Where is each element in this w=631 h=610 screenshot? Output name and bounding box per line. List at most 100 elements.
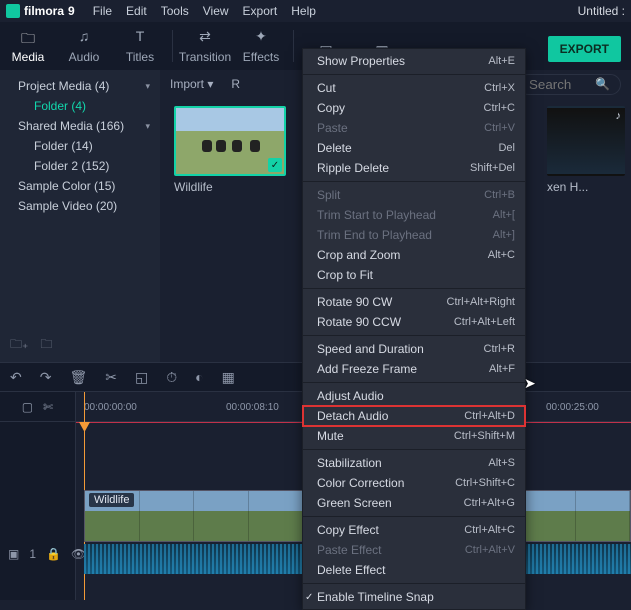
menu-item-delete[interactable]: Delete Del (303, 138, 525, 158)
menu-item-label: Show Properties (317, 54, 405, 68)
export-button[interactable]: EXPORT (548, 36, 621, 62)
menu-item-stabilization[interactable]: StabilizationAlt+S (303, 453, 525, 473)
menu-item-paste-effect: Paste EffectCtrl+Alt+V (303, 540, 525, 560)
menu-item-rotate-90-ccw[interactable]: Rotate 90 CCW Ctrl+Alt+Left (303, 312, 525, 332)
tree-label: Sample Color (15) (18, 179, 115, 193)
search-input[interactable] (529, 77, 589, 92)
menu-shortcut: Ctrl+Alt+Right (447, 296, 515, 308)
menu-item-label: Split (317, 188, 340, 202)
menu-item-label: Delete (317, 141, 352, 155)
menu-item-mute[interactable]: MuteCtrl+Shift+M (303, 426, 525, 446)
text-icon: T (112, 28, 168, 46)
menu-item-color-correction[interactable]: Color CorrectionCtrl+Shift+C (303, 473, 525, 493)
tab-media[interactable]: 🗀Media (0, 28, 56, 70)
menu-item-label: Crop to Fit (317, 268, 373, 282)
menu-item-label: Trim Start to Playhead (317, 208, 436, 222)
cursor-icon: ➤ (524, 375, 536, 392)
redo-icon[interactable]: ↷ (40, 369, 52, 386)
menu-item-show-properties[interactable]: Show PropertiesAlt+E (303, 51, 525, 71)
speed-icon[interactable]: ⏱ (166, 369, 177, 386)
menubar: File Edit Tools View Export Help (93, 4, 316, 18)
menu-shortcut: Ctrl+R (484, 343, 515, 355)
delete-icon[interactable]: 🗑 (69, 369, 87, 386)
ruler-tick: 00:00:08:10 (226, 402, 279, 413)
music-badge-icon: ♪ (616, 110, 622, 122)
menu-item-cut[interactable]: CutCtrl+X (303, 78, 525, 98)
search-box[interactable]: 🔍 (518, 74, 621, 95)
menu-shortcut: Ctrl+Alt+D (464, 410, 515, 422)
track-type-icon[interactable]: ▣ (8, 547, 19, 561)
menu-export[interactable]: Export (243, 4, 278, 18)
menu-item-speed-and-duration[interactable]: Speed and DurationCtrl+R (303, 339, 525, 359)
menu-separator (303, 382, 525, 383)
delete-folder-icon[interactable]: 🗀 (40, 335, 52, 356)
media-tree: Project Media (4)▾ Folder (4) Shared Med… (0, 70, 160, 362)
new-folder-icon[interactable]: 🗀₊ (10, 335, 28, 356)
check-icon: ✓ (305, 592, 313, 603)
menu-item-copy-effect[interactable]: Copy EffectCtrl+Alt+C (303, 520, 525, 540)
lock-icon[interactable]: 🔒 (46, 547, 61, 561)
tab-transition[interactable]: ⇄Transition (177, 28, 233, 70)
menu-item-label: Crop and Zoom (317, 248, 400, 262)
menu-item-green-screen[interactable]: Green ScreenCtrl+Alt+G (303, 493, 525, 513)
tab-effects[interactable]: ✦Effects (233, 28, 289, 70)
menu-item-label: Trim End to Playhead (317, 228, 432, 242)
menu-item-crop-and-zoom[interactable]: Crop and Zoom Alt+C (303, 245, 525, 265)
menu-edit[interactable]: Edit (126, 4, 147, 18)
clip-label: Wildlife (89, 493, 134, 507)
menu-item-copy[interactable]: CopyCtrl+C (303, 98, 525, 118)
app-name: filmora (24, 4, 64, 18)
record-dropdown[interactable]: R (231, 77, 240, 91)
color-icon[interactable]: ◐ (195, 369, 203, 386)
menu-shortcut: Ctrl+Alt+Left (454, 316, 515, 328)
menu-tools[interactable]: Tools (161, 4, 189, 18)
import-label: Import (170, 77, 204, 91)
thumb-sleep[interactable]: ♪ xen H... (547, 106, 625, 194)
tree-folder[interactable]: Folder (14) (0, 136, 160, 156)
thumb-wildlife[interactable]: Wildlife (174, 106, 286, 194)
menu-item-crop-to-fit[interactable]: Crop to Fit (303, 265, 525, 285)
tab-audio[interactable]: ♫Audio (56, 28, 112, 70)
menu-separator (303, 516, 525, 517)
tab-titles[interactable]: TTitles (112, 28, 168, 70)
menu-shortcut: Alt+C (488, 249, 515, 261)
menu-item-label: Cut (317, 81, 336, 95)
greenscreen-icon[interactable]: ▦ (222, 369, 235, 386)
menu-item-rotate-90-cw[interactable]: Rotate 90 CW Ctrl+Alt+Right (303, 292, 525, 312)
tree-folder-selected[interactable]: Folder (4) (0, 96, 160, 116)
tree-sample-video[interactable]: Sample Video (20) (0, 196, 160, 216)
tree-project-media[interactable]: Project Media (4)▾ (0, 76, 160, 96)
menu-item-adjust-audio[interactable]: Adjust Audio (303, 386, 525, 406)
thumb-image: ♪ (547, 106, 625, 176)
app-logo: filmora9 (6, 4, 75, 18)
tree-shared-media[interactable]: Shared Media (166)▾ (0, 116, 160, 136)
menu-file[interactable]: File (93, 4, 112, 18)
menu-view[interactable]: View (203, 4, 229, 18)
menu-item-detach-audio[interactable]: Detach AudioCtrl+Alt+D (303, 406, 525, 426)
snap-icon[interactable]: ▢ (22, 400, 33, 414)
menu-shortcut: Shift+Del (470, 162, 515, 174)
menu-item-label: Rotate 90 CCW (317, 315, 401, 329)
logo-mark-icon (6, 4, 20, 18)
undo-icon[interactable]: ↶ (10, 369, 22, 386)
menu-help[interactable]: Help (291, 4, 316, 18)
menu-item-add-freeze-frame[interactable]: Add Freeze FrameAlt+F (303, 359, 525, 379)
import-dropdown[interactable]: Import ▾ (170, 77, 213, 91)
marker-icon[interactable]: ✄ (43, 400, 53, 414)
menu-shortcut: Del (498, 142, 515, 154)
menu-item-label: Enable Timeline Snap (317, 590, 434, 604)
sidebar-footer: 🗀₊ 🗀 (0, 335, 160, 356)
tree-folder[interactable]: Folder 2 (152) (0, 156, 160, 176)
crop-icon[interactable]: ◱ (135, 369, 148, 386)
search-icon[interactable]: 🔍 (595, 77, 610, 91)
split-icon[interactable]: ✂ (105, 369, 117, 386)
menu-item-split: Split Ctrl+B (303, 185, 525, 205)
tree-label: Folder (14) (34, 139, 93, 153)
menu-item-ripple-delete[interactable]: Ripple DeleteShift+Del (303, 158, 525, 178)
menu-item-enable-timeline-snap[interactable]: ✓ Enable Timeline Snap (303, 587, 525, 607)
tree-label: Shared Media (166) (18, 119, 124, 133)
tree-sample-color[interactable]: Sample Color (15) (0, 176, 160, 196)
menu-shortcut: Ctrl+B (484, 189, 515, 201)
menu-item-delete-effect[interactable]: Delete Effect (303, 560, 525, 580)
menu-item-label: Rotate 90 CW (317, 295, 392, 309)
